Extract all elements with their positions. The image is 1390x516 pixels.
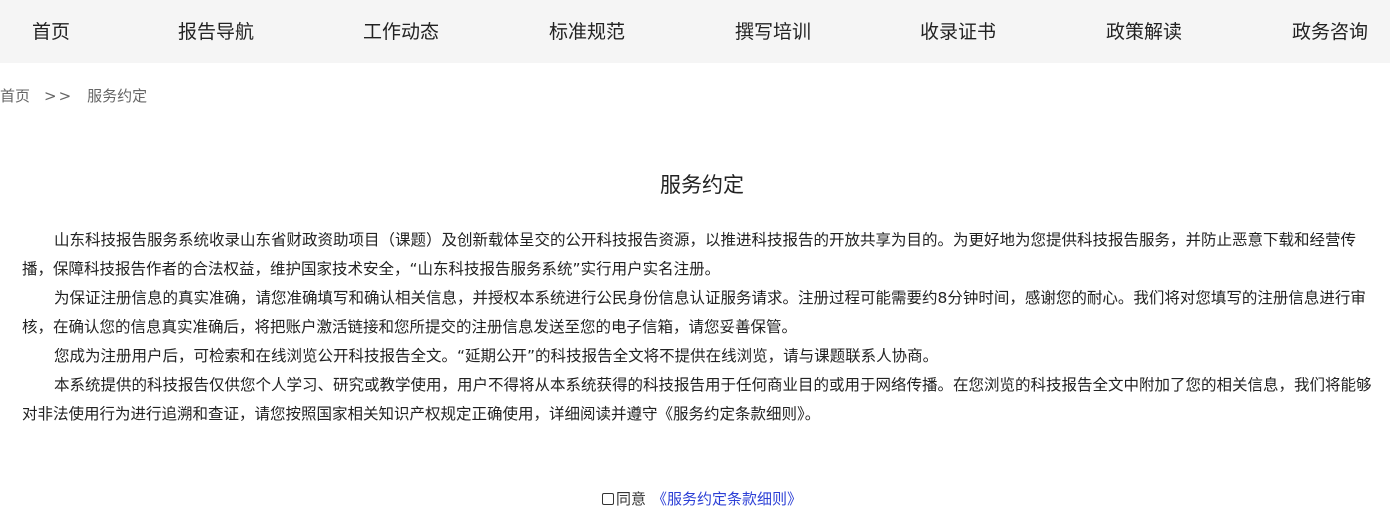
agree-label: 同意 <box>615 490 646 508</box>
breadcrumb-current: 服务约定 <box>87 87 148 105</box>
page-title: 服务约定 <box>660 173 744 197</box>
nav-item-writing-training[interactable]: 撰写培训 <box>735 19 811 45</box>
content-paragraph: 您成为注册用户后，可检索和在线浏览公开科技报告全文。“延期公开”的科技报告全文将… <box>54 347 939 365</box>
top-navigation-bar: 首页 报告导航 工作动态 标准规范 撰写培训 收录证书 政策解读 政务咨询 <box>0 0 1390 63</box>
agreement-row: 同意 《服务约定条款细则》 <box>0 488 1390 510</box>
content-paragraph: 本系统提供的科技报告仅供您个人学习、研究或教学使用，用户不得将从本系统获得的科技… <box>22 376 1372 423</box>
breadcrumb-home-link[interactable]: 首页 <box>0 87 30 105</box>
content-paragraph: 山东科技报告服务系统收录山东省财政资助项目（课题）及创新载体呈交的公开科技报告资… <box>22 231 1357 278</box>
nav-item-certificates[interactable]: 收录证书 <box>920 19 996 45</box>
nav-item-report-navigation[interactable]: 报告导航 <box>178 19 254 45</box>
nav-item-policy-interpretation[interactable]: 政策解读 <box>1106 19 1182 45</box>
breadcrumb-separator: >> <box>44 87 74 105</box>
content-paragraph: 为保证注册信息的真实准确，请您准确填写和确认相关信息，并授权本系统进行公民身份信… <box>22 289 1366 336</box>
agree-checkbox[interactable] <box>601 493 614 505</box>
nav-item-standards[interactable]: 标准规范 <box>549 19 625 45</box>
breadcrumb: 首页 >> 服务约定 <box>0 86 147 106</box>
agreement-content: 山东科技报告服务系统收录山东省财政资助项目（课题）及创新载体呈交的公开科技报告资… <box>22 226 1386 429</box>
nav-item-work-news[interactable]: 工作动态 <box>363 19 439 45</box>
terms-detail-link[interactable]: 《服务约定条款细则》 <box>652 490 802 508</box>
nav-item-government-consulting[interactable]: 政务咨询 <box>1292 19 1368 45</box>
nav-item-home[interactable]: 首页 <box>32 19 70 45</box>
